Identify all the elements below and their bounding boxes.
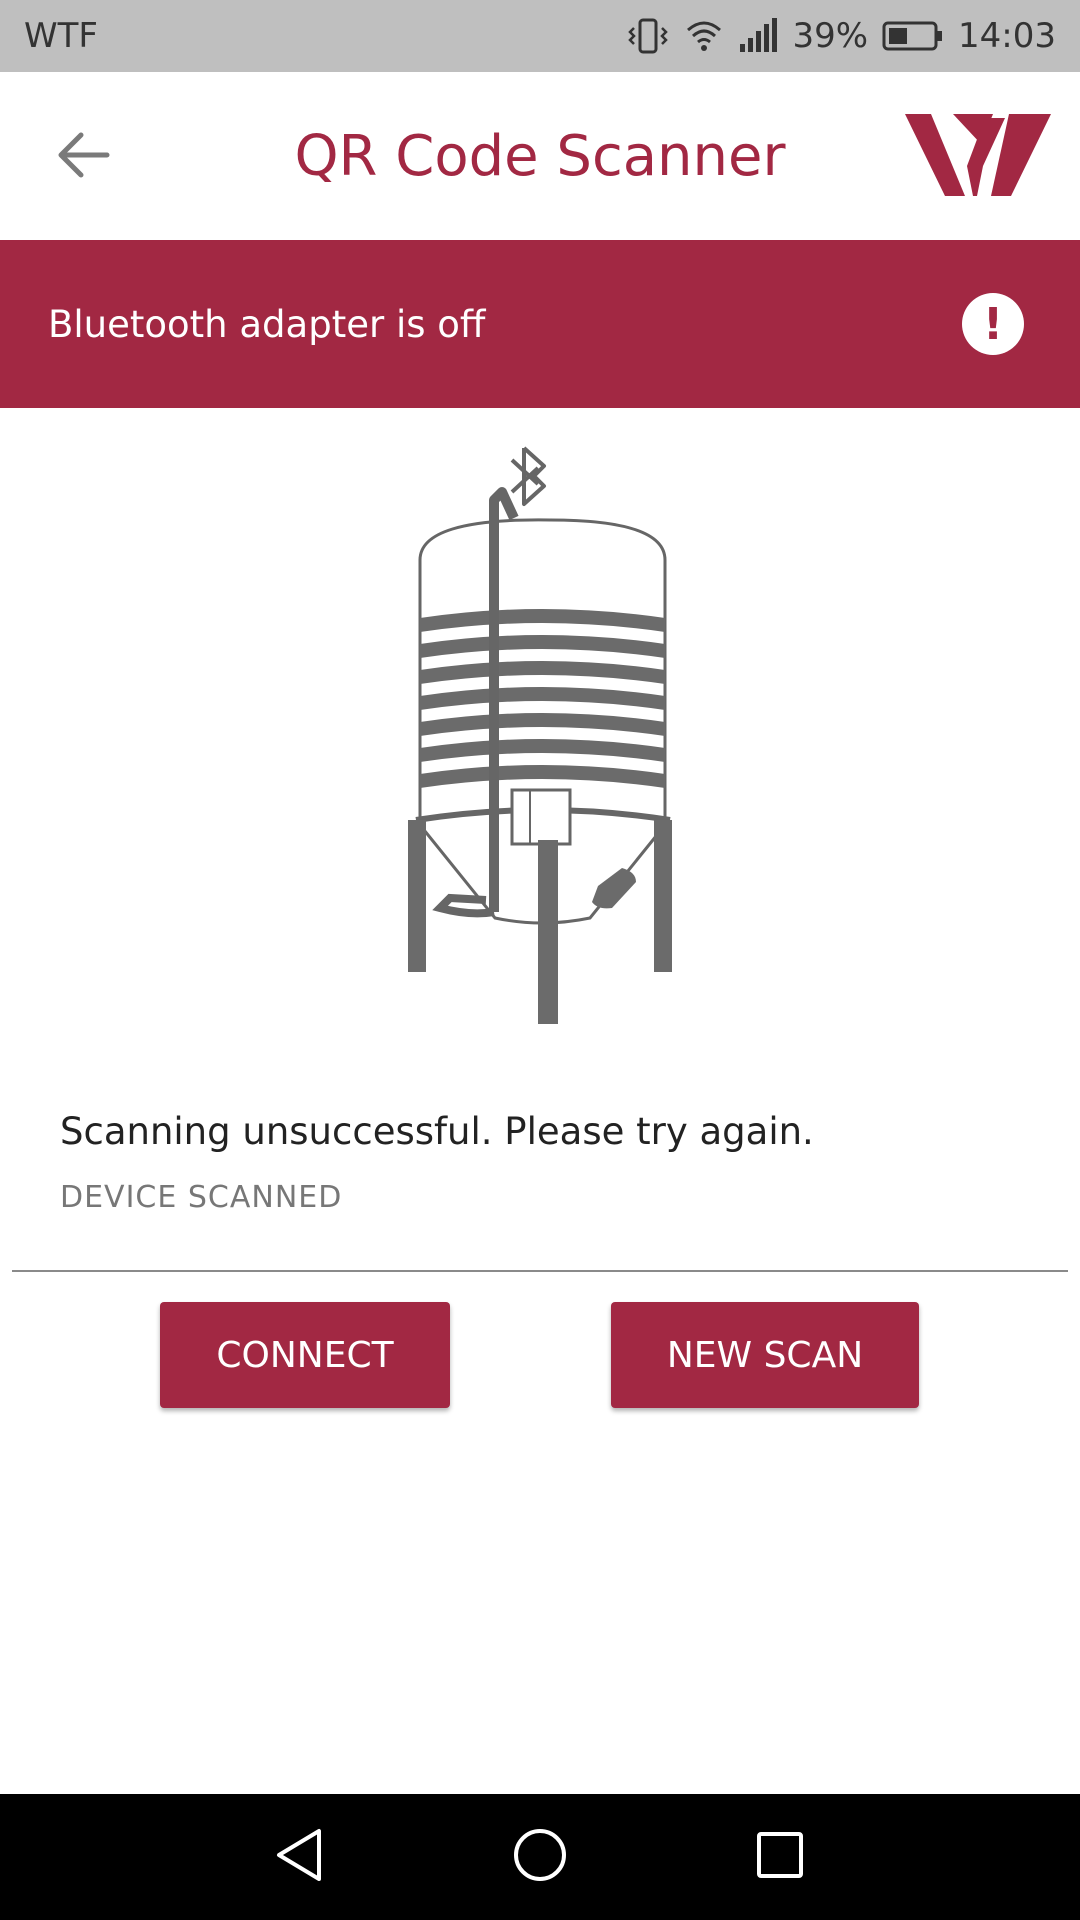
- carrier-label: WTF: [24, 16, 98, 56]
- exclamation-icon: !: [962, 293, 1024, 355]
- app-header: QR Code Scanner: [0, 72, 1080, 240]
- nav-back-button[interactable]: [267, 1824, 333, 1890]
- wifi-icon: [684, 18, 724, 54]
- bluetooth-icon: [510, 446, 546, 506]
- nav-home-icon: [512, 1827, 568, 1887]
- battery-icon: [882, 20, 944, 52]
- silo-illustration: [390, 440, 690, 1050]
- nav-back-icon: [275, 1827, 325, 1887]
- signal-icon: [738, 18, 778, 54]
- status-icons: 39% 14:03: [626, 16, 1056, 56]
- clock: 14:03: [958, 16, 1056, 56]
- arrow-left-icon: [55, 130, 111, 184]
- status-bar: WTF 39% 14:03: [0, 0, 1080, 72]
- navigation-bar: [0, 1794, 1080, 1920]
- connect-button[interactable]: CONNECT: [160, 1302, 450, 1408]
- nav-home-button[interactable]: [507, 1824, 573, 1890]
- brand-logo: [905, 114, 1051, 196]
- page-title: QR Code Scanner: [294, 123, 786, 189]
- nav-recent-icon: [755, 1830, 805, 1884]
- divider: [12, 1270, 1068, 1272]
- battery-percent: 39%: [792, 16, 869, 56]
- alert-message: Bluetooth adapter is off: [48, 302, 486, 346]
- vibrate-icon: [626, 16, 670, 56]
- bluetooth-alert-banner: Bluetooth adapter is off !: [0, 240, 1080, 408]
- device-scanned-label: DEVICE SCANNED: [60, 1180, 343, 1215]
- new-scan-button[interactable]: NEW SCAN: [611, 1302, 919, 1408]
- nav-recent-button[interactable]: [747, 1824, 813, 1890]
- back-button[interactable]: [50, 124, 116, 190]
- scan-result-message: Scanning unsuccessful. Please try again.: [60, 1110, 814, 1153]
